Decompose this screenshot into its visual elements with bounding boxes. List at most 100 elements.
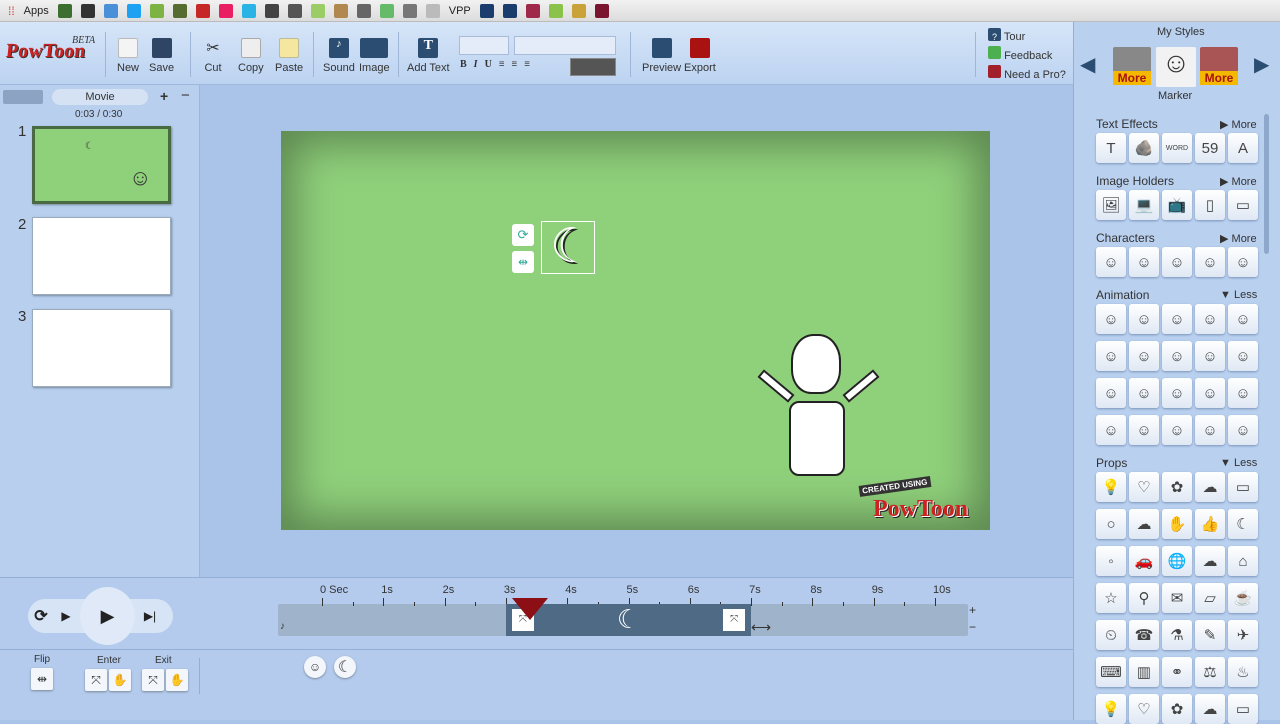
cut-button[interactable]: ✂ Cut: [203, 38, 223, 74]
bookmark-icon[interactable]: [356, 3, 371, 18]
enter-zoom-button[interactable]: ⤧: [85, 669, 107, 691]
save-button[interactable]: Save: [149, 38, 174, 74]
zoom-out-button[interactable]: −: [969, 620, 976, 634]
library-item[interactable]: 💻: [1129, 190, 1159, 220]
library-item[interactable]: ☺: [1162, 304, 1192, 334]
library-item[interactable]: ☺: [1228, 378, 1258, 408]
library-item[interactable]: ♨: [1228, 657, 1258, 687]
bookmark-icon[interactable]: [379, 3, 394, 18]
library-item[interactable]: ☁: [1195, 472, 1225, 502]
library-scrollbar[interactable]: [1264, 114, 1269, 254]
style-option-1[interactable]: More: [1113, 47, 1151, 85]
styles-next-button[interactable]: ▶: [1254, 52, 1269, 77]
library-item[interactable]: 📺: [1162, 190, 1192, 220]
underline-button[interactable]: U: [485, 59, 492, 70]
align-right-button[interactable]: ≡: [524, 59, 530, 70]
bookmark-icon[interactable]: [425, 3, 440, 18]
library-item[interactable]: ▱: [1195, 583, 1225, 613]
bookmark-icon[interactable]: [333, 3, 348, 18]
section-toggle[interactable]: ▶ More: [1220, 175, 1257, 188]
library-item[interactable]: 💡: [1096, 472, 1126, 502]
library-item[interactable]: ☺: [1162, 341, 1192, 371]
library-item[interactable]: ▭: [1228, 472, 1258, 502]
library-item[interactable]: ☺: [1228, 341, 1258, 371]
library-item[interactable]: ☺: [1195, 415, 1225, 445]
library-item[interactable]: T: [1096, 133, 1126, 163]
style-option-marker[interactable]: ☺: [1156, 47, 1196, 87]
library-item[interactable]: ⚖: [1195, 657, 1225, 687]
exit-effect-icon[interactable]: ⤧: [723, 609, 746, 631]
rotate-handle[interactable]: ⟳: [512, 224, 534, 246]
library-item[interactable]: 👍: [1195, 509, 1225, 539]
bookmark-icon[interactable]: [548, 3, 563, 18]
library-item[interactable]: ☺: [1228, 304, 1258, 334]
bookmark-icon[interactable]: [479, 3, 494, 18]
layer-moon-button[interactable]: ☾: [334, 656, 356, 678]
text-color-picker[interactable]: [570, 58, 616, 76]
flip-button[interactable]: ⇹: [31, 668, 53, 690]
align-center-button[interactable]: ≡: [512, 59, 518, 70]
movie-mode-button[interactable]: Movie: [52, 89, 148, 105]
apps-link[interactable]: Apps: [24, 5, 49, 17]
bookmark-icon[interactable]: [57, 3, 72, 18]
section-toggle[interactable]: ▶ More: [1220, 118, 1257, 131]
bookmark-icon[interactable]: [241, 3, 256, 18]
library-item[interactable]: ⌨: [1096, 657, 1126, 687]
slide-thumbnail-3[interactable]: [32, 309, 171, 387]
library-item[interactable]: ☺: [1096, 341, 1126, 371]
need-pro-link[interactable]: Need a Pro?: [988, 65, 1066, 84]
library-item[interactable]: ☺: [1195, 378, 1225, 408]
image-button[interactable]: Image: [359, 38, 390, 74]
section-toggle[interactable]: ▼ Less: [1220, 457, 1257, 469]
bookmark-vpp[interactable]: VPP: [449, 5, 471, 17]
stage-canvas[interactable]: ⟳ ⇹ ☾ CREATED USING PowToon: [281, 131, 990, 530]
library-item[interactable]: ☺: [1129, 247, 1159, 277]
library-item[interactable]: ⚲: [1129, 583, 1159, 613]
style-option-3[interactable]: More: [1200, 47, 1238, 85]
bookmark-icon[interactable]: [195, 3, 210, 18]
library-item[interactable]: ☺: [1096, 247, 1126, 277]
bold-button[interactable]: B: [460, 59, 467, 70]
library-item[interactable]: ○: [1096, 509, 1126, 539]
library-item[interactable]: ⚭: [1162, 657, 1192, 687]
add-text-button[interactable]: T Add Text: [407, 38, 450, 74]
library-item[interactable]: ☺: [1129, 415, 1159, 445]
layer-character-button[interactable]: ☺: [304, 656, 326, 678]
bookmark-icon[interactable]: [502, 3, 517, 18]
bookmark-icon[interactable]: [571, 3, 586, 18]
library-item[interactable]: ☺: [1195, 247, 1225, 277]
bookmark-icon[interactable]: [103, 3, 118, 18]
library-item[interactable]: ✉: [1162, 583, 1192, 613]
align-left-button[interactable]: ≡: [499, 59, 505, 70]
bookmark-icon[interactable]: [126, 3, 141, 18]
paste-button[interactable]: Paste: [275, 38, 303, 74]
enter-hand-button[interactable]: ✋: [109, 669, 131, 691]
library-item[interactable]: 🌐: [1162, 546, 1192, 576]
bookmark-icon[interactable]: [310, 3, 325, 18]
library-item[interactable]: ▥: [1129, 657, 1159, 687]
library-item[interactable]: ☺: [1129, 304, 1159, 334]
section-toggle[interactable]: ▶ More: [1220, 232, 1257, 245]
library-item[interactable]: ✈: [1228, 620, 1258, 650]
library-item[interactable]: ☺: [1228, 247, 1258, 277]
feedback-link[interactable]: Feedback: [988, 46, 1066, 65]
copy-button[interactable]: Copy: [238, 38, 264, 74]
slide-thumbnail-1[interactable]: ☾ ☺: [32, 126, 171, 204]
library-item[interactable]: ☺: [1162, 378, 1192, 408]
library-item[interactable]: ✋: [1162, 509, 1192, 539]
slide-thumbnail-2[interactable]: [32, 217, 171, 295]
replay-button[interactable]: ⟳: [30, 605, 52, 627]
library-item[interactable]: ☎: [1129, 620, 1159, 650]
library-item[interactable]: ▯: [1195, 190, 1225, 220]
sound-button[interactable]: ♪ Sound: [323, 38, 355, 74]
exit-zoom-button[interactable]: ⤧: [142, 669, 164, 691]
library-item[interactable]: ☺: [1096, 378, 1126, 408]
library-item[interactable]: ☺: [1195, 341, 1225, 371]
font-family-select[interactable]: [514, 36, 616, 55]
library-item[interactable]: ☾: [1228, 509, 1258, 539]
selected-moon-prop[interactable]: ☾: [541, 220, 595, 274]
library-item[interactable]: 🚗: [1129, 546, 1159, 576]
library-item[interactable]: ⏲: [1096, 620, 1126, 650]
library-item[interactable]: ▭: [1228, 190, 1258, 220]
bookmark-icon[interactable]: [172, 3, 187, 18]
